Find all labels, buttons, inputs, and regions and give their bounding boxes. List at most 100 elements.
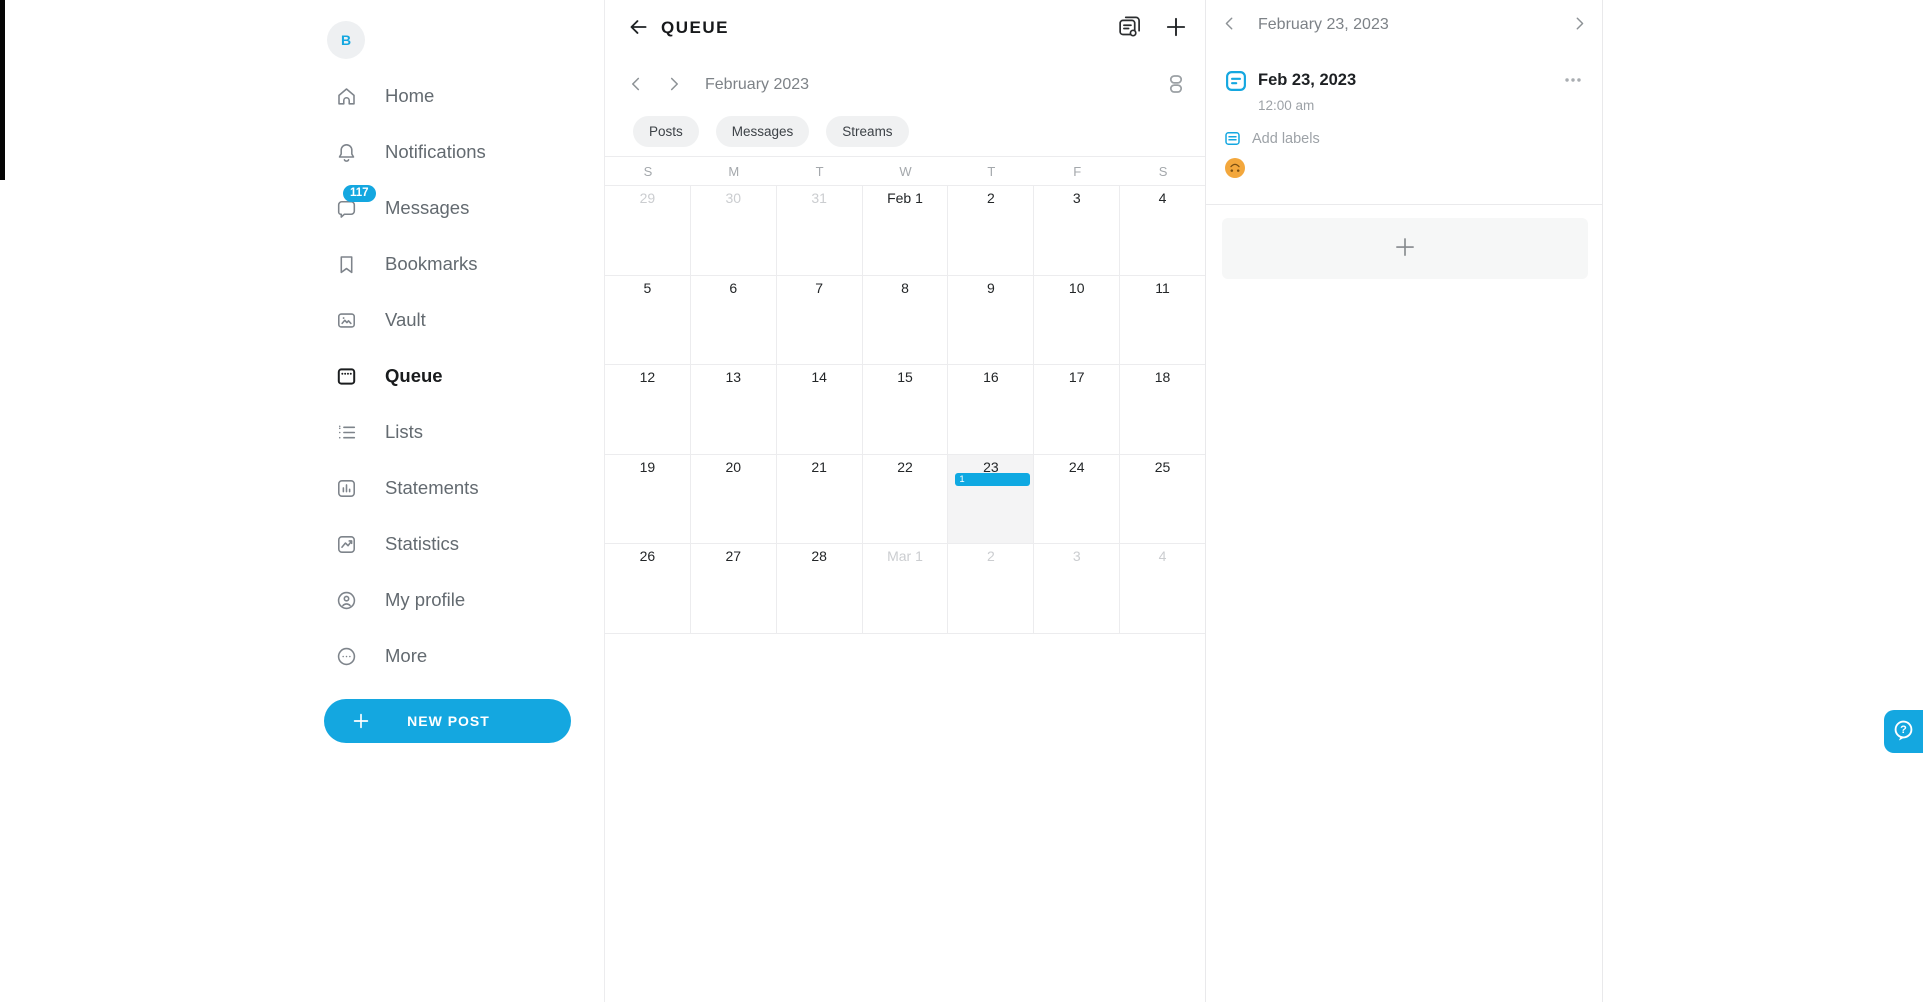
- calendar-day-31[interactable]: 31: [777, 186, 863, 276]
- calendar-day-27[interactable]: 27: [691, 544, 777, 634]
- calendar-day-15[interactable]: 15: [863, 365, 949, 455]
- queue-header: QUEUE: [605, 0, 1206, 56]
- day-number: 29: [605, 186, 690, 206]
- calendar-day-16[interactable]: 16: [948, 365, 1034, 455]
- agenda-view-icon: [1163, 71, 1189, 100]
- calendar-day-13[interactable]: 13: [691, 365, 777, 455]
- calendar-day-25[interactable]: 25: [1120, 455, 1206, 545]
- calendar-day-20[interactable]: 20: [691, 455, 777, 545]
- sidebar-item-label: Statistics: [385, 533, 459, 555]
- calendar-day-2[interactable]: 2: [948, 186, 1034, 276]
- tab-messages[interactable]: Messages: [716, 116, 810, 147]
- tab-streams[interactable]: Streams: [826, 116, 908, 147]
- calendar-day-6[interactable]: 6: [691, 276, 777, 366]
- day-detail-panel: February 23, 2023 Feb 23, 2023 12:00 am …: [1205, 0, 1603, 1002]
- calendar-grid: 29 30 31 Feb 1 2 3 4 5: [605, 186, 1206, 634]
- calendar-day-24[interactable]: 24: [1034, 455, 1120, 545]
- new-post-button[interactable]: NEW POST: [324, 699, 571, 743]
- weekday-label: T: [948, 157, 1034, 185]
- chevron-left-icon: [625, 73, 647, 98]
- arrow-left-icon: [625, 14, 651, 43]
- previous-day-button[interactable]: [1218, 14, 1240, 36]
- sidebar-item-messages[interactable]: 117 Messages: [333, 180, 593, 236]
- sidebar-item-statements[interactable]: Statements: [333, 460, 593, 516]
- sidebar-item-my-profile[interactable]: My profile: [333, 572, 593, 628]
- calendar-day-5[interactable]: 5: [605, 276, 691, 366]
- line-chart-icon: [333, 531, 359, 557]
- vault-icon: [333, 307, 359, 333]
- scheduled-posts-bar[interactable]: 1: [955, 473, 1030, 486]
- next-day-button[interactable]: [1568, 14, 1590, 36]
- selected-day-title: February 23, 2023: [1258, 16, 1389, 34]
- calendar-day-11[interactable]: 11: [1120, 276, 1206, 366]
- view-toggle-button[interactable]: [1162, 71, 1190, 99]
- previous-month-button[interactable]: [625, 74, 647, 96]
- day-number: 8: [863, 276, 948, 296]
- sidebar-item-lists[interactable]: Lists: [333, 404, 593, 460]
- calendar-day-4[interactable]: 4: [1120, 544, 1206, 634]
- plus-icon: [1162, 13, 1190, 44]
- chevron-right-icon: [663, 73, 685, 98]
- sidebar-item-label: Lists: [385, 421, 423, 443]
- sidebar-item-more[interactable]: More: [333, 628, 593, 684]
- calendar-day-7[interactable]: 7: [777, 276, 863, 366]
- add-labels-button[interactable]: Add labels: [1223, 129, 1320, 148]
- sidebar-item-notifications[interactable]: Notifications: [333, 124, 593, 180]
- calendar-day-3[interactable]: 3: [1034, 186, 1120, 276]
- bottom-left-black-strip: [0, 0, 5, 180]
- chevron-left-icon: [1219, 13, 1240, 37]
- bookmark-icon: [333, 251, 359, 277]
- weekday-label: S: [605, 157, 691, 185]
- calendar-day-feb-1[interactable]: Feb 1: [863, 186, 949, 276]
- calendar-day-21[interactable]: 21: [777, 455, 863, 545]
- queued-entry-time: 12:00 am: [1258, 98, 1314, 113]
- day-number: 3: [1034, 186, 1119, 206]
- sidebar-item-label: Bookmarks: [385, 253, 478, 275]
- day-number: 2: [948, 186, 1033, 206]
- sidebar-item-queue[interactable]: Queue: [333, 348, 593, 404]
- back-button[interactable]: [623, 13, 653, 43]
- sidebar-item-statistics[interactable]: Statistics: [333, 516, 593, 572]
- next-month-button[interactable]: [663, 74, 685, 96]
- calendar-day-10[interactable]: 10: [1034, 276, 1120, 366]
- add-post-button[interactable]: [1160, 12, 1192, 44]
- sidebar-item-label: Vault: [385, 309, 426, 331]
- calendar-day-mar-1[interactable]: Mar 1: [863, 544, 949, 634]
- calendar-day-12[interactable]: 12: [605, 365, 691, 455]
- calendar-day-28[interactable]: 28: [777, 544, 863, 634]
- chat-bubble-icon: 117: [333, 195, 359, 221]
- calendar-day-26[interactable]: 26: [605, 544, 691, 634]
- calendar-day-17[interactable]: 17: [1034, 365, 1120, 455]
- calendar-day-3[interactable]: 3: [1034, 544, 1120, 634]
- calendar-day-8[interactable]: 8: [863, 276, 949, 366]
- help-button[interactable]: ?: [1884, 710, 1923, 753]
- add-labels-label: Add labels: [1252, 131, 1320, 147]
- calendar-day-22[interactable]: 22: [863, 455, 949, 545]
- sidebar-item-vault[interactable]: Vault: [333, 292, 593, 348]
- day-number: 19: [605, 455, 690, 475]
- sidebar-item-home[interactable]: Home: [333, 68, 593, 124]
- calendar-day-4[interactable]: 4: [1120, 186, 1206, 276]
- weekday-label: M: [691, 157, 777, 185]
- calendar-day-30[interactable]: 30: [691, 186, 777, 276]
- sidebar-item-label: Notifications: [385, 141, 486, 163]
- day-number: 2: [948, 544, 1033, 564]
- sidebar-item-label: More: [385, 645, 427, 667]
- day-number: 17: [1034, 365, 1119, 385]
- queue-panel: QUEUE: [604, 0, 1206, 1002]
- calendar-day-19[interactable]: 19: [605, 455, 691, 545]
- entry-menu-button[interactable]: [1558, 68, 1588, 94]
- tab-posts[interactable]: Posts: [633, 116, 699, 147]
- calendar-day-2[interactable]: 2: [948, 544, 1034, 634]
- calendar-day-29[interactable]: 29: [605, 186, 691, 276]
- calendar-day-18[interactable]: 18: [1120, 365, 1206, 455]
- day-panel-header: February 23, 2023: [1206, 0, 1602, 50]
- day-number: 4: [1120, 186, 1205, 206]
- calendar-day-23[interactable]: 23 1: [948, 455, 1034, 545]
- calendar-day-14[interactable]: 14: [777, 365, 863, 455]
- avatar[interactable]: B: [327, 21, 365, 59]
- mass-post-editor-button[interactable]: [1114, 12, 1146, 44]
- calendar-day-9[interactable]: 9: [948, 276, 1034, 366]
- add-scheduled-post-button[interactable]: [1222, 218, 1588, 279]
- sidebar-item-bookmarks[interactable]: Bookmarks: [333, 236, 593, 292]
